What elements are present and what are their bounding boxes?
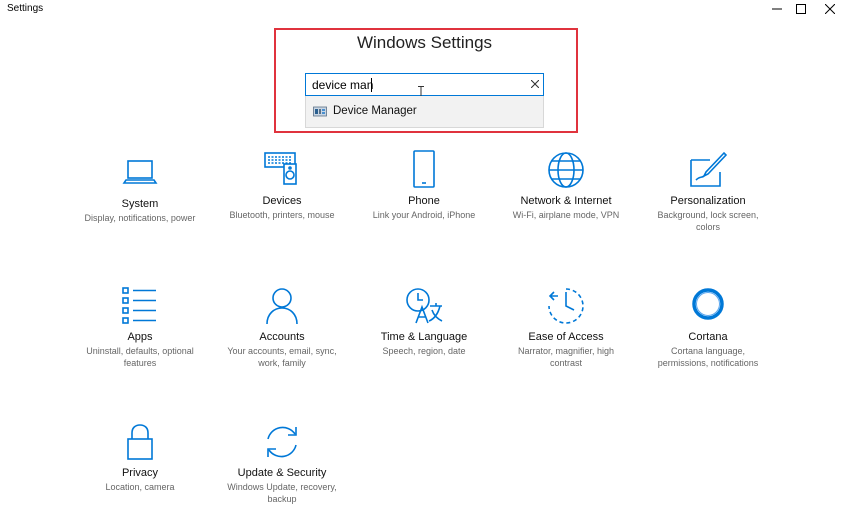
maximize-icon — [796, 4, 806, 14]
tile-description: Uninstall, defaults, optional features — [86, 346, 194, 368]
suggestion-label: Device Manager — [333, 105, 417, 117]
app-title: Settings — [7, 3, 44, 14]
tile-privacy[interactable]: Privacy Location, camera — [75, 422, 205, 493]
tile-cortana[interactable]: Cortana Cortana language, permissions, n… — [643, 286, 773, 369]
tile-description: Bluetooth, printers, mouse — [229, 210, 335, 220]
tile-devices[interactable]: Devices Bluetooth, printers, mouse — [217, 150, 347, 221]
tile-network-internet[interactable]: Network & Internet Wi-Fi, airplane mode,… — [501, 150, 631, 221]
title-bar: Settings — [0, 0, 845, 18]
tile-title: Time & Language — [380, 331, 468, 343]
tile-title: Phone — [408, 195, 440, 207]
ease-of-access-icon — [548, 288, 584, 324]
devices-icon — [264, 152, 297, 185]
tile-description: Windows Update, recovery, backup — [227, 482, 337, 504]
globe-icon — [548, 152, 584, 188]
tile-update-security[interactable]: Update & Security Windows Update, recove… — [217, 422, 347, 505]
time-language-icon — [406, 288, 443, 324]
sync-icon — [267, 426, 297, 458]
tile-description: Speech, region, date — [382, 346, 466, 356]
search-suggestion[interactable]: Device Manager — [305, 96, 544, 128]
tile-title: Devices — [262, 195, 302, 207]
tile-title: Network & Internet — [520, 195, 612, 207]
close-icon — [825, 4, 835, 14]
text-caret — [371, 78, 372, 92]
apps-list-icon — [122, 287, 156, 324]
page-title: Windows Settings — [356, 33, 493, 52]
tile-title: Personalization — [670, 195, 746, 207]
tile-description: Link your Android, iPhone — [372, 210, 476, 220]
tile-title: System — [121, 198, 159, 210]
phone-icon — [413, 150, 435, 188]
close-icon — [531, 80, 539, 88]
tile-title: Update & Security — [237, 467, 327, 479]
tile-title: Cortana — [688, 331, 728, 343]
device-manager-icon — [313, 106, 327, 117]
tile-description: Location, camera — [105, 482, 175, 492]
tile-title: Privacy — [121, 467, 159, 479]
person-icon — [266, 288, 298, 325]
tile-description: Your accounts, email, sync, work, family — [227, 346, 337, 368]
tile-personalization[interactable]: Personalization Background, lock screen,… — [643, 150, 773, 233]
tile-system[interactable]: System Display, notifications, power — [75, 153, 205, 224]
tile-title: Ease of Access — [528, 331, 604, 343]
tile-phone[interactable]: Phone Link your Android, iPhone — [359, 150, 489, 221]
laptop-icon — [122, 160, 158, 184]
close-button[interactable] — [807, 0, 845, 18]
tile-accounts[interactable]: Accounts Your accounts, email, sync, wor… — [217, 286, 347, 369]
tile-title: Apps — [127, 331, 153, 343]
tile-ease-of-access[interactable]: Ease of Access Narrator, magnifier, high… — [501, 286, 631, 369]
tile-description: Background, lock screen, colors — [657, 210, 759, 232]
clear-search-button[interactable] — [529, 78, 541, 90]
tile-description: Wi-Fi, airplane mode, VPN — [512, 210, 620, 220]
tile-description: Cortana language, permissions, notificat… — [657, 346, 759, 368]
cortana-icon — [692, 288, 724, 320]
lock-icon — [127, 424, 153, 460]
tile-apps[interactable]: Apps Uninstall, defaults, optional featu… — [75, 286, 205, 369]
tile-title: Accounts — [259, 331, 305, 343]
tile-time-language[interactable]: Time & Language Speech, region, date — [359, 286, 489, 357]
tile-description: Display, notifications, power — [84, 213, 196, 223]
paint-icon — [690, 151, 728, 187]
tile-description: Narrator, magnifier, high contrast — [517, 346, 615, 368]
